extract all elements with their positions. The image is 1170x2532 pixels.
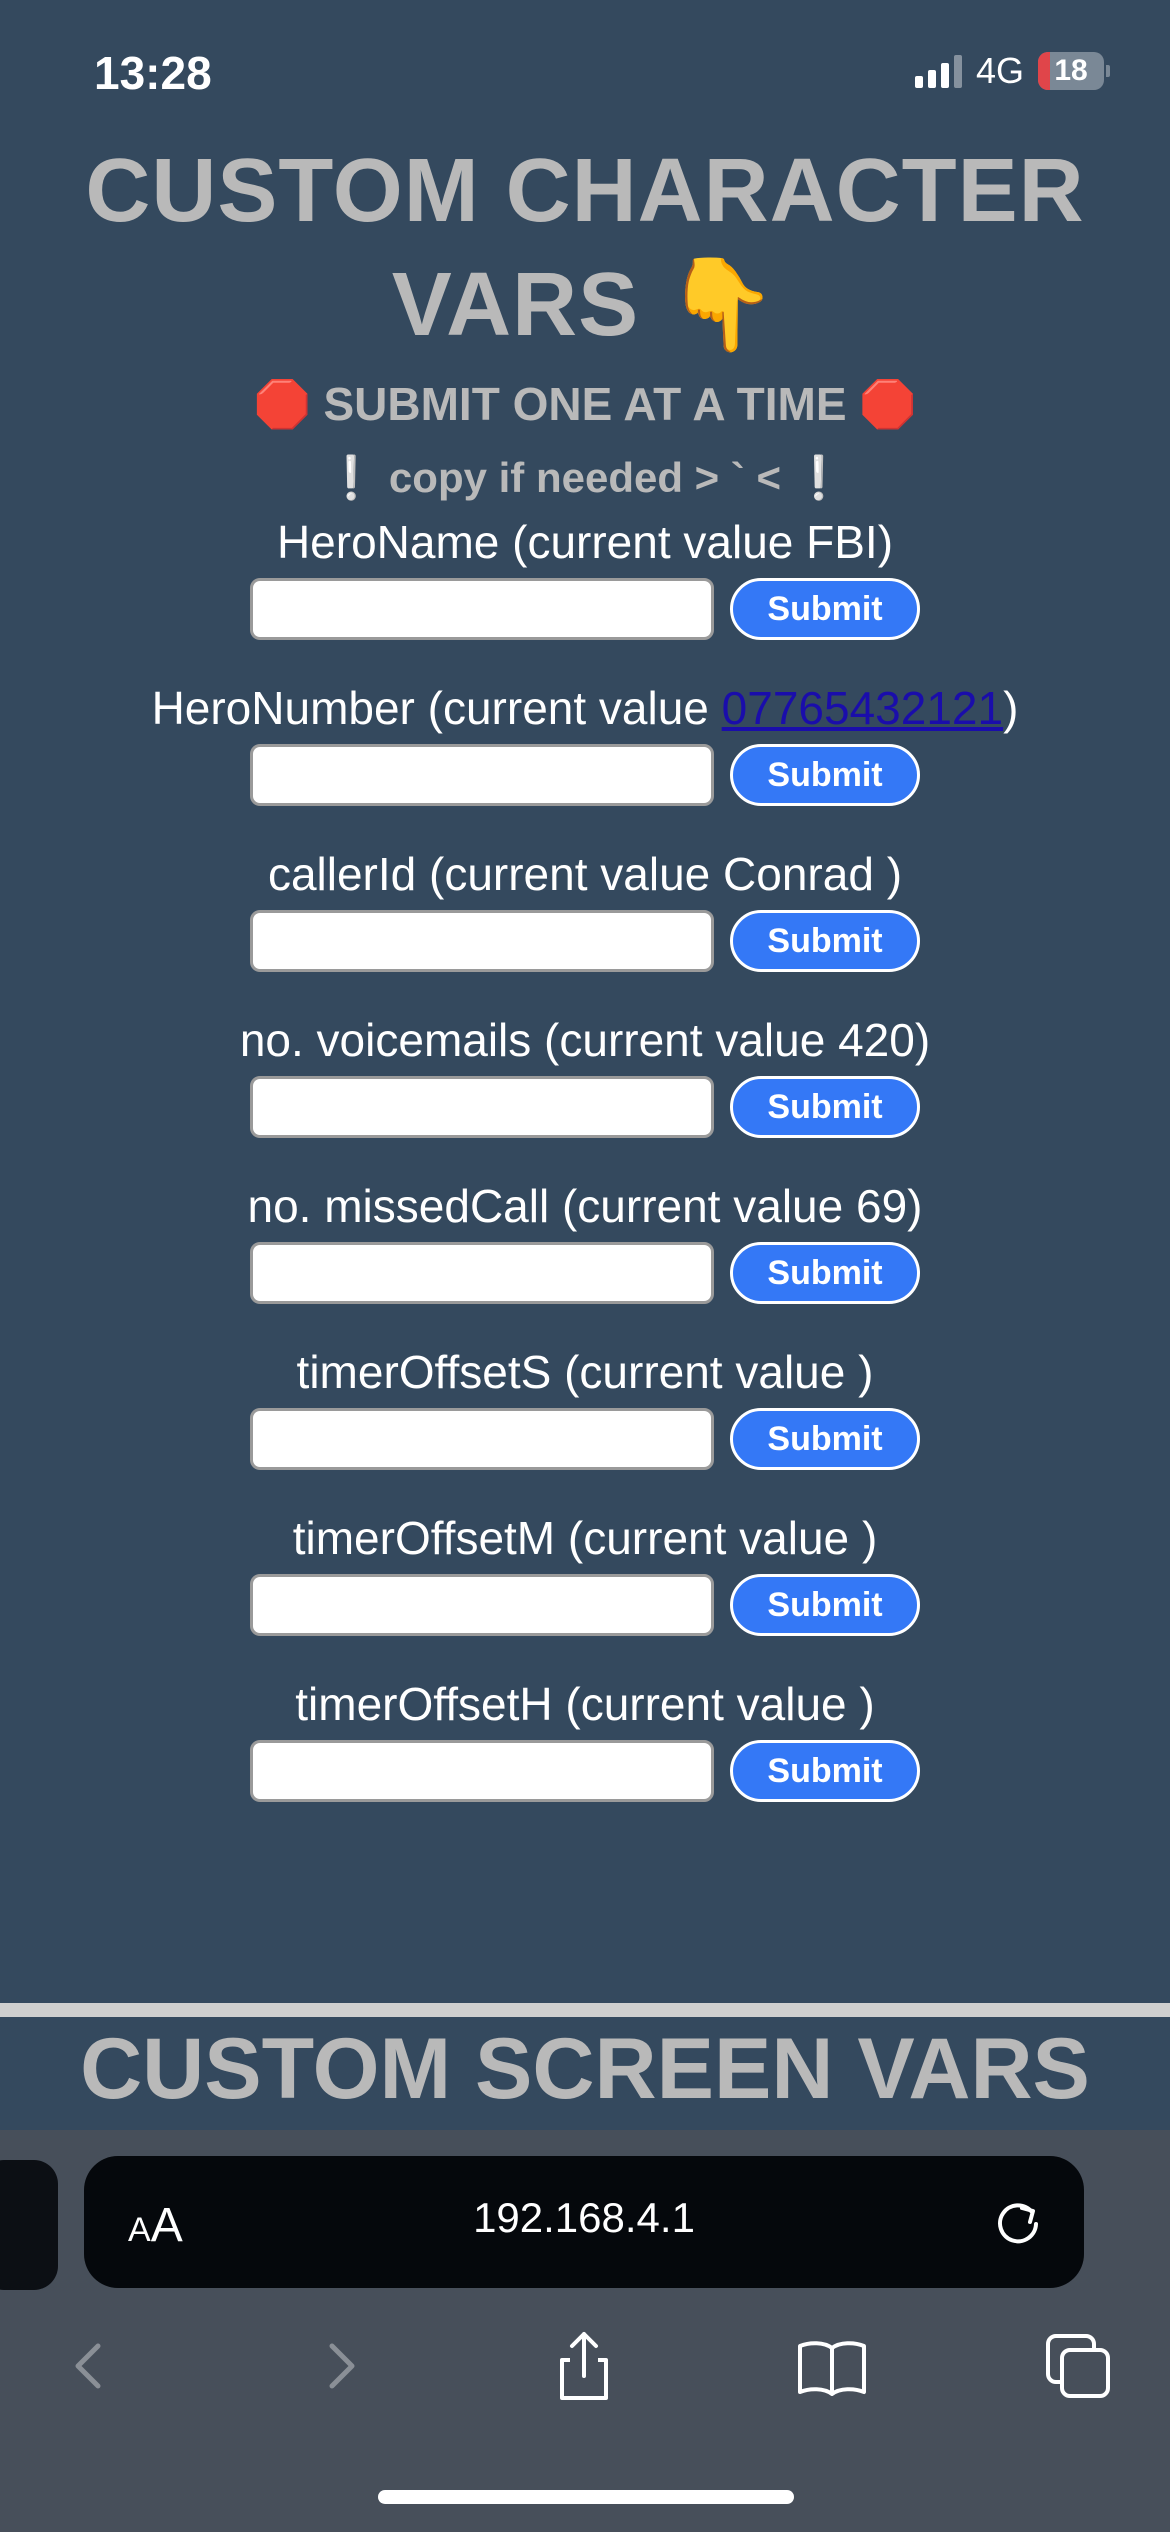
field-label: timerOffsetH (current value ) — [0, 1676, 1170, 1732]
phone-number-link[interactable]: 07765432121 — [722, 682, 1003, 734]
timeroffsetm-input[interactable] — [250, 1574, 714, 1636]
field-label-prefix: no. voicemails (current value — [239, 1014, 839, 1066]
voicemails-submit-button[interactable]: Submit — [730, 1076, 920, 1138]
timeroffseth-submit-button[interactable]: Submit — [730, 1740, 920, 1802]
field-label: timerOffsetM (current value ) — [0, 1510, 1170, 1566]
status-time: 13:28 — [94, 47, 212, 99]
network-type: 4G — [975, 50, 1024, 91]
field-row: Submit — [0, 1076, 1170, 1138]
field-row: Submit — [0, 1740, 1170, 1802]
field-label-suffix: ) — [907, 1180, 923, 1232]
missedcall-submit-button[interactable]: Submit — [730, 1242, 920, 1304]
callerid-input[interactable] — [250, 910, 714, 972]
section-divider — [0, 2003, 1170, 2017]
home-indicator[interactable] — [378, 2490, 794, 2504]
previous-tab[interactable] — [0, 2160, 58, 2290]
battery-level: 18 — [1054, 54, 1088, 87]
field-label: timerOffsetS (current value ) — [0, 1344, 1170, 1400]
field-label-suffix: ) — [914, 1014, 931, 1066]
field-row: Submit — [0, 1408, 1170, 1470]
page: 13:28 4G 18 CUSTOM CHARACTER VARS 👇 🛑 SU… — [0, 0, 1170, 2532]
timeroffsets-submit-button[interactable]: Submit — [730, 1408, 920, 1470]
field-row: Submit — [0, 910, 1170, 972]
submit-warning: 🛑 SUBMIT ONE AT A TIME 🛑 — [253, 378, 917, 430]
current-value: 420 — [838, 1014, 915, 1066]
status-bar: 13:28 4G 18 — [0, 0, 1170, 140]
field-group-missedcall: no. missedCall (current value 69) Submit — [0, 1178, 1170, 1304]
browser-chrome: AA 192.168.4.1 — [0, 2130, 1170, 2532]
copy-note: ❕ copy if needed > ` < ❕ — [324, 454, 846, 501]
field-label-prefix: timerOffsetM (current value — [292, 1512, 862, 1564]
field-label-prefix: callerId (current value — [267, 848, 724, 900]
timeroffsets-input[interactable] — [250, 1408, 714, 1470]
missedcall-input[interactable] — [250, 1242, 714, 1304]
field-group-heroname: HeroName (current value FBI) Submit — [0, 514, 1170, 640]
field-group-timeroffseth: timerOffsetH (current value ) Submit — [0, 1676, 1170, 1802]
field-label-prefix: timerOffsetS (current value — [296, 1346, 859, 1398]
address-bar[interactable]: AA 192.168.4.1 — [84, 2156, 1084, 2288]
field-label: HeroNumber (current value 07765432121) — [0, 680, 1170, 736]
field-group-voicemails: no. voicemails (current value 420) Submit — [0, 1012, 1170, 1138]
field-row: Submit — [0, 744, 1170, 806]
field-label-prefix: HeroNumber (current value — [151, 682, 722, 734]
field-label: no. voicemails (current value 420) — [0, 1012, 1170, 1068]
field-label: HeroName (current value FBI) — [0, 514, 1170, 570]
field-label-suffix: ) — [1003, 682, 1019, 734]
section-title: CUSTOM SCREEN VARS — [80, 2021, 1090, 2117]
field-row: Submit — [0, 1242, 1170, 1304]
current-value: 69 — [855, 1180, 908, 1232]
voicemails-input[interactable] — [250, 1076, 714, 1138]
reload-icon[interactable] — [992, 2196, 1044, 2248]
heronumber-input[interactable] — [250, 744, 714, 806]
url-text[interactable]: 192.168.4.1 — [84, 2194, 1084, 2242]
field-group-timeroffsets: timerOffsetS (current value ) Submit — [0, 1344, 1170, 1470]
field-row: Submit — [0, 578, 1170, 640]
tabs-icon[interactable] — [1040, 2328, 1116, 2404]
field-label-suffix: ) — [861, 1512, 878, 1564]
field-group-timeroffsetm: timerOffsetM (current value ) Submit — [0, 1510, 1170, 1636]
page-title: CUSTOM CHARACTER VARS 👇 — [0, 134, 1170, 362]
field-label-suffix: ) — [858, 1346, 874, 1398]
field-group-callerid: callerId (current value Conrad ) Submit — [0, 846, 1170, 972]
back-icon[interactable] — [52, 2328, 128, 2404]
main-content: CUSTOM CHARACTER VARS 👇 🛑 SUBMIT ONE AT … — [0, 134, 1170, 1802]
forward-icon[interactable] — [302, 2328, 378, 2404]
field-label-suffix: ) — [877, 516, 894, 568]
field-label-prefix: HeroName (current value — [276, 516, 807, 568]
battery-icon: 18 — [1038, 52, 1110, 90]
callerid-submit-button[interactable]: Submit — [730, 910, 920, 972]
field-label-suffix: ) — [859, 1678, 875, 1730]
field-label: callerId (current value Conrad ) — [0, 846, 1170, 902]
current-value: FBI — [806, 516, 878, 568]
page-title-line1: CUSTOM CHARACTER — [85, 141, 1085, 241]
field-label-prefix: no. missedCall (current value — [247, 1180, 856, 1232]
field-label-suffix: ) — [886, 848, 903, 900]
heroname-submit-button[interactable]: Submit — [730, 578, 920, 640]
browser-toolbar — [0, 2308, 1170, 2418]
field-group-heronumber: HeroNumber (current value 07765432121) Su… — [0, 680, 1170, 806]
bookmarks-icon[interactable] — [794, 2328, 870, 2404]
heroname-input[interactable] — [250, 578, 714, 640]
heronumber-submit-button[interactable]: Submit — [730, 744, 920, 806]
timeroffseth-input[interactable] — [250, 1740, 714, 1802]
timeroffsetm-submit-button[interactable]: Submit — [730, 1574, 920, 1636]
current-value: Conrad — [723, 848, 887, 900]
field-label-prefix: timerOffsetH (current value — [295, 1678, 860, 1730]
page-title-line2: VARS 👇 — [391, 255, 779, 355]
battery-fill — [1038, 52, 1050, 90]
field-label: no. missedCall (current value 69) — [0, 1178, 1170, 1234]
status-right: 4G 18 — [914, 50, 1110, 92]
fields-list: HeroName (current value FBI) Submit HeroNu… — [0, 514, 1170, 1802]
share-icon[interactable] — [546, 2328, 622, 2404]
signal-icon — [914, 54, 962, 88]
field-row: Submit — [0, 1574, 1170, 1636]
